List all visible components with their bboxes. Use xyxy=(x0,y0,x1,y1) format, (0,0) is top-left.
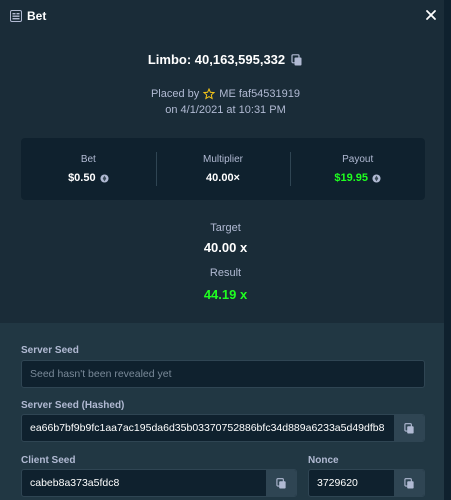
modal-header: Bet xyxy=(0,0,451,32)
result-label: Result xyxy=(209,267,242,279)
client-seed-label: Client Seed xyxy=(21,455,76,466)
bet-title-row: Limbo: 40,163,595,332 xyxy=(0,52,451,67)
fairness-section: Server Seed Seed hasn't been revealed ye… xyxy=(0,323,444,500)
server-seed-hashed-field[interactable]: ea66b7bf9b9fc1aa7ac195da6d35b03370752886… xyxy=(21,414,425,442)
bet-amount: $0.50 xyxy=(68,172,109,184)
multiplier-label: Multiplier xyxy=(203,154,244,165)
nonce-label: Nonce xyxy=(308,455,339,466)
scrollbar-track[interactable] xyxy=(444,0,451,500)
server-seed-hashed-value: ea66b7bf9b9fc1aa7ac195da6d35b03370752886… xyxy=(30,422,385,434)
server-seed-field[interactable]: Seed hasn't been revealed yet xyxy=(21,360,425,388)
copy-client-seed-button[interactable] xyxy=(266,470,296,496)
bet-date: on 4/1/2021 at 10:31 PM xyxy=(165,104,286,116)
stat-payout: Payout $19.95 xyxy=(290,138,425,200)
client-seed-value: cabeb8a373a5fdc8 xyxy=(30,477,120,489)
server-seed-label: Server Seed xyxy=(21,345,79,356)
copy-icon xyxy=(275,477,286,489)
copy-icon xyxy=(403,422,414,434)
payout-amount: $19.95 xyxy=(334,172,381,184)
coin-icon xyxy=(100,173,109,183)
copy-nonce-button[interactable] xyxy=(394,470,424,496)
payout-label: Payout xyxy=(342,154,374,165)
copy-icon xyxy=(403,477,414,489)
player-name-link[interactable]: ME faf54531919 xyxy=(219,88,300,100)
result-value: 44.19 x xyxy=(203,287,248,302)
multiplier-value: 40.00× xyxy=(206,172,240,184)
bet-label: Bet xyxy=(80,154,96,165)
stat-multiplier: Multiplier 40.00× xyxy=(155,138,291,200)
bet-stats-panel: Bet $0.50 Multiplier 40.00× Payout $19.9… xyxy=(21,138,425,200)
placed-by-prefix: Placed by xyxy=(150,88,200,100)
copy-server-seed-hashed-button[interactable] xyxy=(394,415,424,441)
receipt-icon xyxy=(10,10,22,22)
coin-icon xyxy=(372,173,381,183)
bet-id-title: Limbo: 40,163,595,332 xyxy=(147,52,286,67)
bet-amount-value: $0.50 xyxy=(68,172,96,184)
stat-bet: Bet $0.50 xyxy=(21,138,156,200)
server-seed-value: Seed hasn't been revealed yet xyxy=(30,368,172,380)
copy-icon[interactable] xyxy=(291,53,303,66)
nonce-field[interactable]: 3729620 xyxy=(308,469,425,497)
payout-amount-value: $19.95 xyxy=(334,172,368,184)
modal-title: Bet xyxy=(27,9,47,23)
star-icon xyxy=(203,88,216,100)
target-value: 40.00 x xyxy=(203,240,248,255)
client-seed-field[interactable]: cabeb8a373a5fdc8 xyxy=(21,469,297,497)
bet-modal: Bet Limbo: 40,163,595,332 Placed by ME f… xyxy=(0,0,451,500)
placed-by-row: Placed by ME faf54531919 xyxy=(0,88,451,100)
nonce-value: 3729620 xyxy=(317,477,358,489)
target-label: Target xyxy=(210,222,241,234)
server-seed-hashed-label: Server Seed (Hashed) xyxy=(21,400,125,411)
close-icon[interactable] xyxy=(424,8,438,22)
